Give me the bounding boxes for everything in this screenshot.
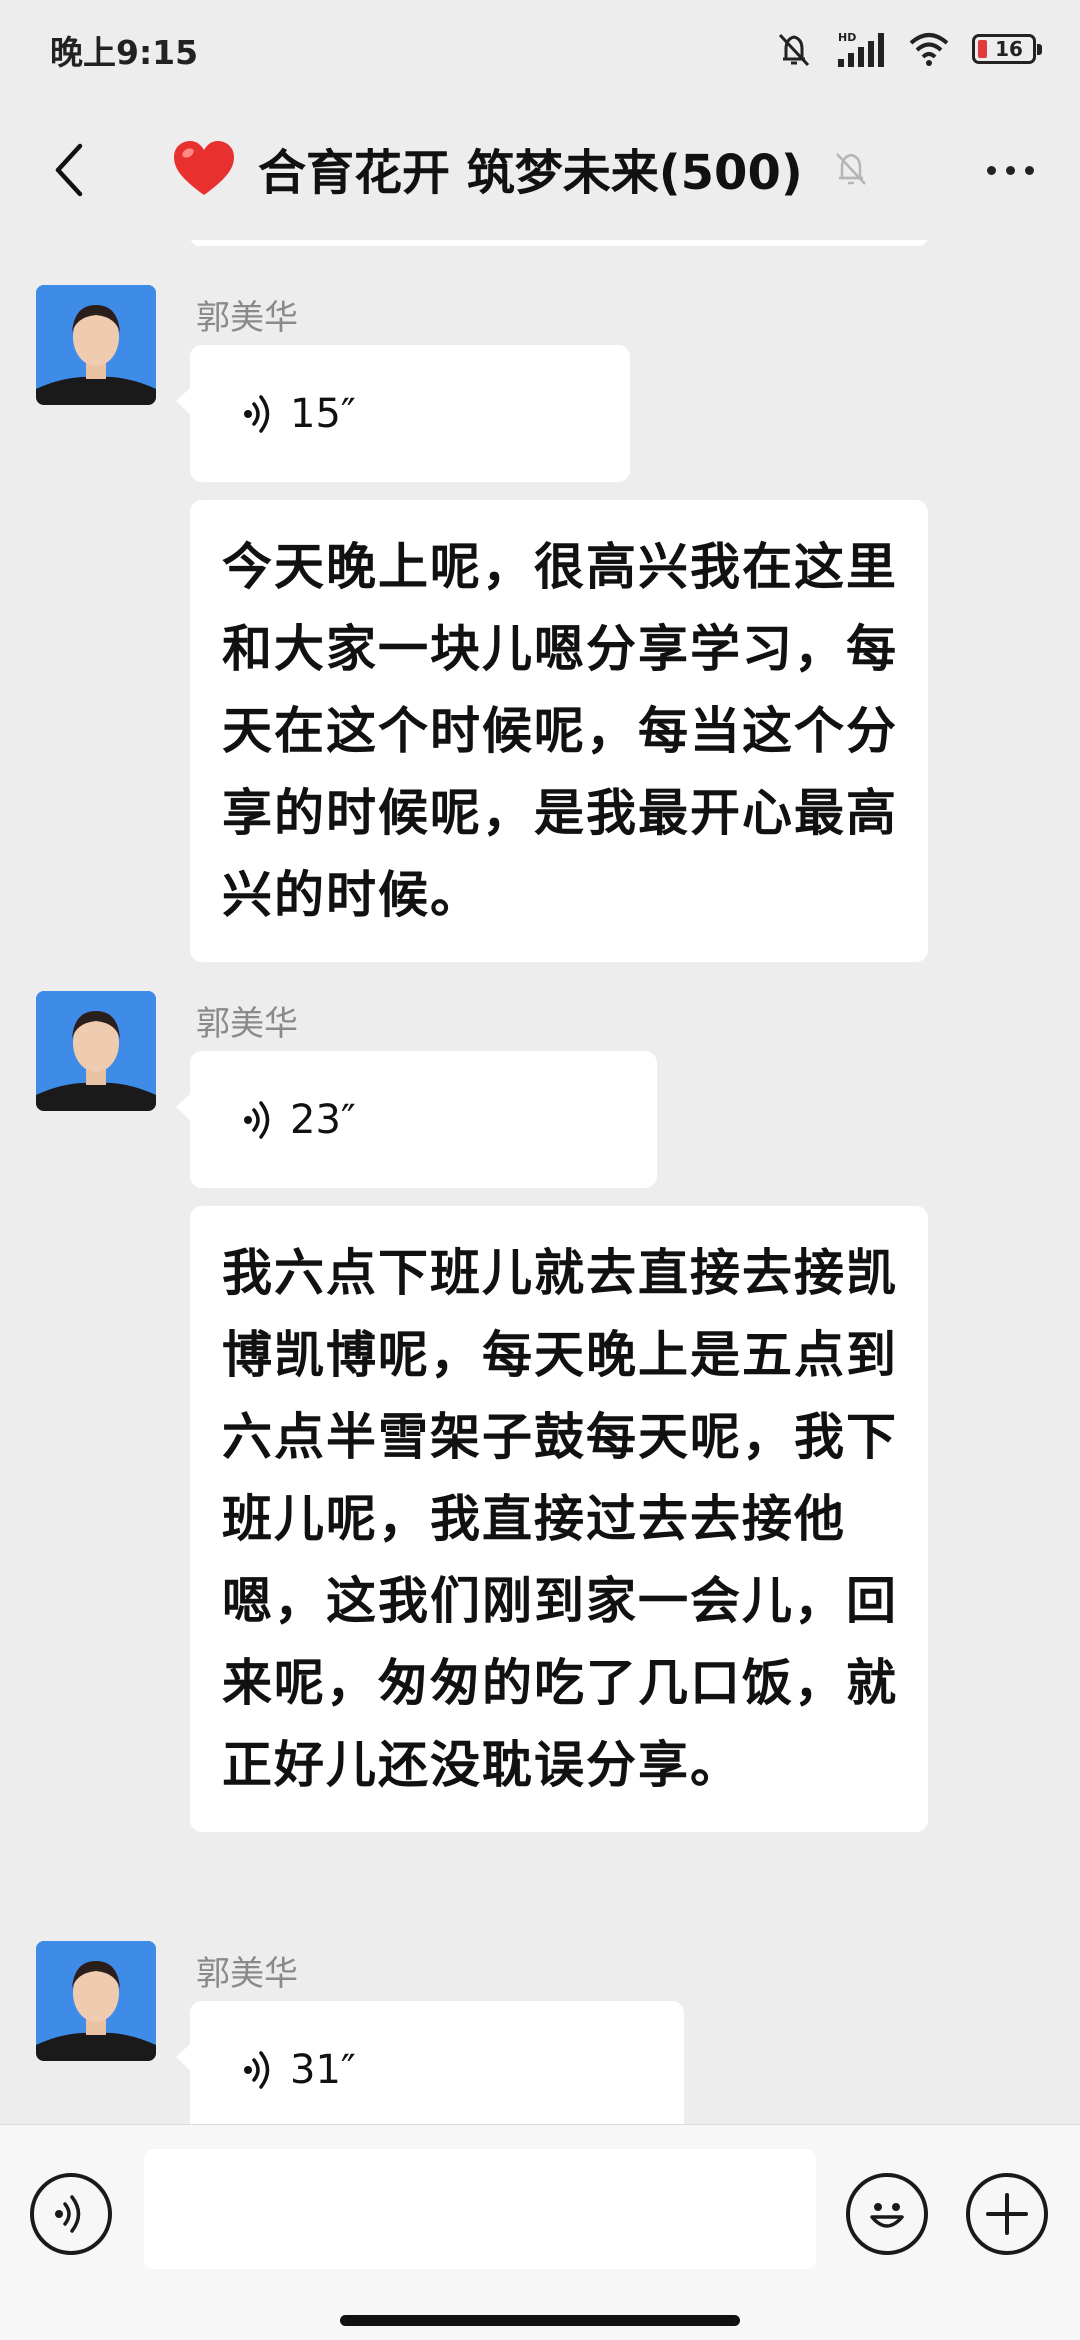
add-attachment-button[interactable]: [966, 2173, 1048, 2255]
chevron-left-icon: [55, 143, 83, 197]
battery-icon: 16: [972, 34, 1042, 64]
voice-input-toggle-button[interactable]: [30, 2173, 112, 2255]
svg-text:HD: HD: [838, 31, 856, 44]
more-options-button[interactable]: [970, 130, 1050, 210]
muted-bell-icon: [835, 153, 866, 185]
heart-icon: [174, 141, 234, 195]
avatar[interactable]: [36, 285, 156, 405]
hd-signal-icon: HD: [838, 31, 884, 67]
voice-message-bubble[interactable]: 15″: [176, 345, 630, 482]
mute-icon: [778, 33, 810, 67]
voice-wave-icon: [244, 394, 270, 433]
status-time: 晚上9:15: [50, 33, 199, 72]
emoji-button[interactable]: [846, 2173, 928, 2255]
input-bar: [0, 2124, 1080, 2340]
status-bar: 晚上9:15 HD 16: [0, 0, 1080, 100]
voice-wave-icon: [244, 1100, 270, 1139]
wifi-icon: [909, 33, 949, 66]
message-list[interactable]: 郭美华 15″ 今天晚上呢，很高兴我在这里和大家一块儿嗯分享学习，每天在这个时候…: [0, 240, 1080, 2124]
avatar-photo: [36, 991, 156, 1111]
voice-message-bubble[interactable]: 23″: [176, 1051, 657, 1188]
sender-name: 郭美华: [196, 1954, 298, 1994]
plus-icon: [986, 2193, 1028, 2235]
chat-title: 合育花开 筑梦未来(500): [258, 145, 803, 201]
voice-message-bubble[interactable]: 31″: [176, 2001, 684, 2124]
back-button[interactable]: [30, 130, 110, 210]
avatar-photo: [36, 285, 156, 405]
emoji-icon: [870, 2203, 904, 2228]
message-input[interactable]: [144, 2149, 816, 2269]
previous-message-fragment: [190, 240, 928, 246]
battery-level: 16: [995, 37, 1023, 61]
voice-transcript-bubble[interactable]: 我六点下班儿就去直接去接凯博凯博呢，每天晚上是五点到六点半雪架子鼓每天呢，我下班…: [190, 1206, 928, 1832]
avatar[interactable]: [36, 1941, 156, 2061]
avatar[interactable]: [36, 991, 156, 1111]
sender-name: 郭美华: [196, 1004, 298, 1044]
avatar-photo: [36, 1941, 156, 2061]
voice-wave-icon: [244, 2050, 270, 2089]
voice-input-icon: [55, 2195, 81, 2233]
voice-transcript-bubble[interactable]: 今天晚上呢，很高兴我在这里和大家一块儿嗯分享学习，每天在这个时候呢，每当这个分享…: [190, 500, 928, 962]
voice-duration: 15″: [290, 390, 356, 437]
chat-header: 合育花开 筑梦未来(500): [0, 100, 1080, 240]
voice-duration: 31″: [290, 2046, 356, 2093]
status-icons: HD 16: [774, 28, 1042, 70]
sender-name: 郭美华: [196, 298, 298, 338]
voice-duration: 23″: [290, 1096, 356, 1143]
home-indicator[interactable]: [340, 2315, 740, 2326]
chat-title-group[interactable]: 合育花开 筑梦未来(500): [172, 128, 873, 208]
more-dots-icon: [986, 165, 996, 175]
